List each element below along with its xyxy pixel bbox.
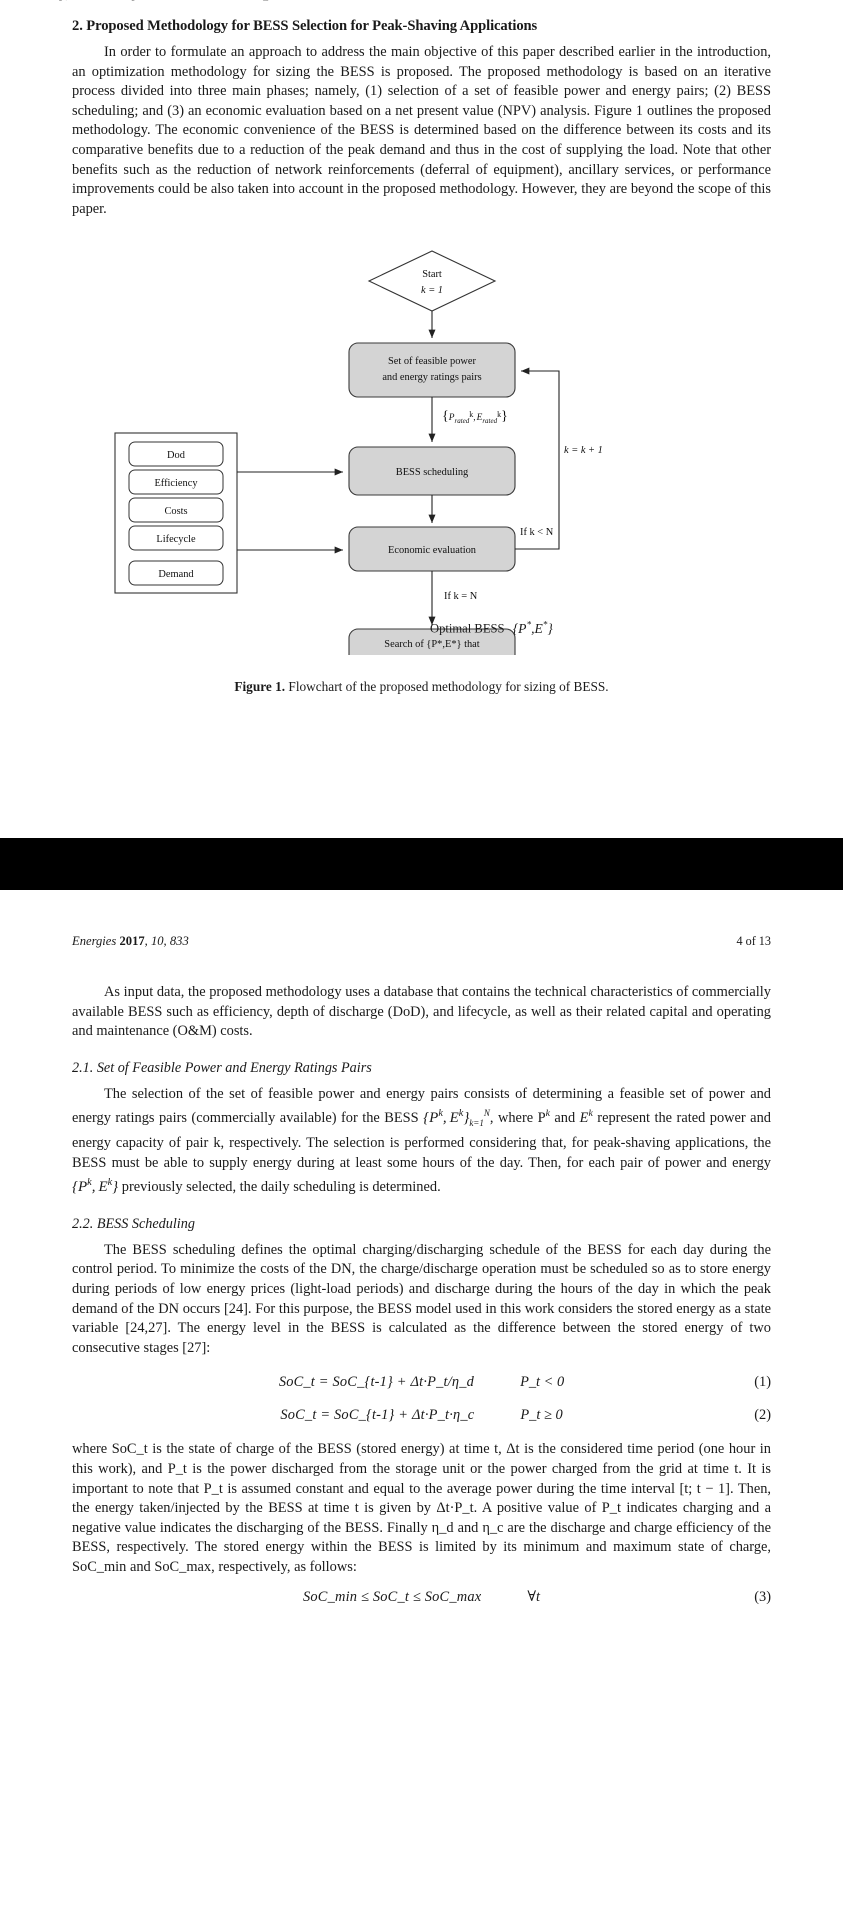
page-2-content: Energies 2017, 10, 833 4 of 13 As input … (44, 890, 799, 1605)
flow-input-demand: Demand (128, 560, 224, 586)
edge-label-increment: k = k + 1 (564, 445, 603, 456)
flow-input-label-4: Demand (158, 569, 194, 580)
page-2: Energies 2017, 10, 833 4 of 13 As input … (0, 890, 843, 1920)
flow-economic-label: Economic evaluation (388, 545, 477, 556)
equation-3: SoC_min ≤ SoC_t ≤ SoC_max ∀t (3) (72, 1589, 771, 1605)
paragraph-2-1-part-e: previously selected, the daily schedulin… (121, 1179, 441, 1196)
edge-label-rated-pair: {Pratedk,Eratedk} (442, 409, 508, 425)
flow-input-lifecycle: Lifecycle (128, 525, 224, 551)
figure-1-caption-text: Flowchart of the proposed methodology fo… (285, 679, 609, 695)
flow-input-panel: Dod Efficiency Costs Lifecycle Demand (114, 432, 344, 594)
flow-input-efficiency: Efficiency (128, 469, 224, 495)
flow-start-label-2: k = 1 (421, 285, 443, 296)
page-1-content: finally, Section 5 presents the concludi… (28, 0, 799, 695)
equation-1-condition: P_t < 0 (520, 1374, 565, 1391)
figure-1: Start k = 1 Set of feasible power and en… (72, 235, 827, 665)
paragraph-2-2: The BESS scheduling defines the optimal … (72, 1241, 771, 1356)
running-head-journal: Energies 2017, 10, 833 (72, 934, 189, 948)
equation-1-body: SoC_t = SoC_{t-1} + Δt·P_t/η_d (278, 1374, 475, 1391)
optimal-bess-text: Optimal BESS (430, 621, 505, 636)
equation-1-number: (1) (754, 1374, 771, 1391)
edge-label-if-equal: If k = N (444, 591, 478, 602)
running-head: Energies 2017, 10, 833 4 of 13 (72, 890, 771, 949)
flow-feasible-label-2: and energy ratings pairs (382, 372, 481, 383)
paragraph-input-data: As input data, the proposed methodology … (72, 984, 771, 1040)
flow-node-bess-scheduling: BESS scheduling (348, 446, 516, 496)
equation-3-number: (3) (754, 1589, 771, 1606)
subsection-heading-2-1: 2.1. Set of Feasible Power and Energy Ra… (72, 1059, 372, 1076)
edge-label-optimal-bess: Optimal BESS {P*,E*} (430, 619, 553, 637)
flow-search-label-1: Search of {P*,E*} that (384, 639, 480, 650)
flow-input-label-2: Costs (164, 506, 187, 517)
flow-feasible-label-1: Set of feasible power (388, 356, 477, 367)
equation-3-body: SoC_min ≤ SoC_t ≤ SoC_max (303, 1589, 482, 1606)
equation-2-condition: P_t ≥ 0 (520, 1407, 563, 1424)
figure-1-caption: Figure 1. Flowchart of the proposed meth… (72, 679, 771, 695)
flow-node-economic-evaluation: Economic evaluation (348, 526, 516, 572)
clipped-previous-line-text: finally, Section 5 presents the concludi… (28, 0, 815, 2)
equation-2-number: (2) (754, 1407, 771, 1424)
subsection-heading-2-2: 2.2. BESS Scheduling (72, 1215, 195, 1232)
flow-start-label-1: Start (422, 269, 442, 280)
equation-2-body: SoC_t = SoC_{t-1} + Δt·P_t·η_c (280, 1407, 475, 1424)
journal-volume: 10 (150, 934, 164, 948)
edge-feedback-loop: k = k + 1 If k < N (515, 367, 603, 550)
figure-1-caption-label: Figure 1. (234, 679, 286, 695)
page-separator-band (0, 838, 843, 890)
flow-search-label-2: minimize the total costs (383, 654, 482, 655)
flow-input-label-1: Efficiency (154, 478, 198, 489)
flowchart-diagram: Start k = 1 Set of feasible power and en… (114, 250, 603, 656)
svg-text:{Pratedk,Eratedk}: {Pratedk,Eratedk} (442, 409, 508, 425)
paragraph-2-1-part-c: and (554, 1110, 576, 1127)
equation-3-condition: ∀t (527, 1589, 540, 1606)
flow-input-dod: Dod (128, 441, 224, 467)
paragraph-2-1: The selection of the set of feasible pow… (72, 1085, 771, 1198)
math-E-k: Ek (579, 1108, 593, 1127)
superscript-k-1: k (545, 1108, 550, 1120)
optimal-bess-math: {P*,E*} (512, 619, 553, 636)
flow-input-costs: Costs (128, 497, 224, 523)
equation-1: SoC_t = SoC_{t-1} + Δt·P_t/η_d P_t < 0 (… (72, 1374, 771, 1391)
paragraph-2-1-part-b: , where P (489, 1110, 546, 1127)
journal-name: Energies (72, 934, 117, 948)
flow-scheduling-label: BESS scheduling (396, 467, 468, 478)
flow-input-label-3: Lifecycle (156, 534, 196, 545)
math-pair-set: {Pk, Ek} (72, 1177, 119, 1196)
page-1: finally, Section 5 presents the concludi… (0, 0, 843, 838)
journal-article: 833 (169, 934, 189, 948)
paragraph-where-definitions: where SoC_t is the state of charge of th… (72, 1441, 771, 1575)
intro-paragraph: In order to formulate an approach to add… (72, 44, 771, 217)
journal-year: 2017 (119, 934, 145, 948)
flow-node-feasible-pairs: Set of feasible power and energy ratings… (348, 342, 516, 398)
math-pair-set-indexed: {Pk, Ek}k=1N (423, 1108, 490, 1129)
flow-node-start: Start k = 1 (367, 250, 497, 312)
clipped-previous-line: finally, Section 5 presents the concludi… (28, 0, 815, 8)
running-head-page-number: 4 of 13 (736, 934, 771, 948)
equation-2: SoC_t = SoC_{t-1} + Δt·P_t·η_c P_t ≥ 0 (… (72, 1407, 771, 1424)
section-heading-2: 2. Proposed Methodology for BESS Selecti… (72, 18, 538, 34)
edge-label-if-less: If k < N (520, 527, 554, 538)
flow-input-label-0: Dod (167, 450, 186, 461)
